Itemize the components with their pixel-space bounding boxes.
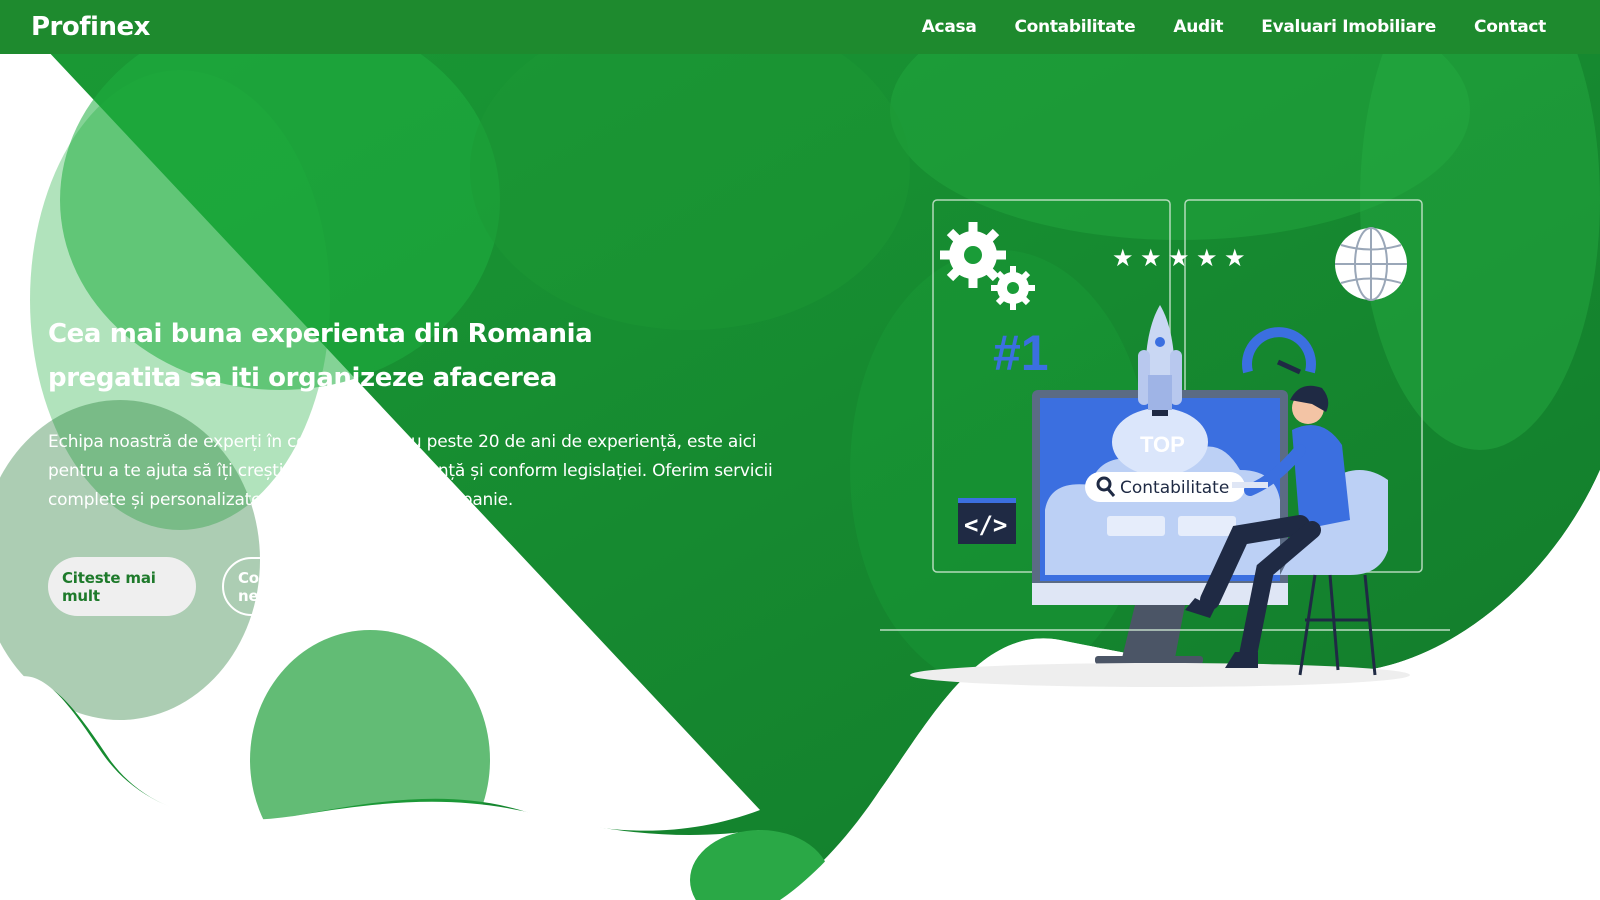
hero-illustration: #1 ★ ★ ★ ★ ★ </> TOP Contabilitate [880, 199, 1450, 687]
nav-links: Acasa Contabilitate Audit Evaluari Imobi… [922, 17, 1547, 37]
hero-description: Echipa noastră de experți în contabilita… [48, 432, 773, 510]
nav-link-contabilitate[interactable]: Contabilitate [1015, 17, 1136, 37]
rank-label: #1 [993, 325, 1049, 381]
code-icon: </> [958, 498, 1016, 544]
hero-section: Cea mai buna experienta din Romania preg… [48, 312, 808, 616]
star-icon: ★ [1196, 244, 1218, 272]
rating-stars: ★ ★ ★ ★ ★ [1112, 244, 1246, 272]
star-icon: ★ [1112, 244, 1134, 272]
hero-title-line2: pregatita sa iti organizeze afacerea [48, 363, 557, 393]
rocket-icon [1138, 305, 1182, 416]
nav-link-evaluari-imobiliare[interactable]: Evaluari Imobiliare [1261, 17, 1436, 37]
brand-logo[interactable]: Profinex [31, 12, 150, 42]
nav-link-acasa[interactable]: Acasa [922, 17, 977, 37]
navbar: Profinex Acasa Contabilitate Audit Evalu… [0, 0, 1600, 54]
gear-icon [940, 222, 1035, 310]
contact-us-button[interactable]: Contacteaza-ne [222, 557, 375, 616]
top-label: TOP [1140, 432, 1185, 457]
star-icon: ★ [1168, 244, 1190, 272]
hero-title: Cea mai buna experienta din Romania preg… [48, 312, 608, 400]
hero-buttons: Citeste mai mult Contacteaza-ne [48, 557, 808, 616]
nav-link-contact[interactable]: Contact [1474, 17, 1546, 37]
svg-text:</>: </> [964, 511, 1007, 539]
hero-title-line1: Cea mai buna experienta din Romania [48, 319, 593, 349]
nav-link-audit[interactable]: Audit [1173, 17, 1223, 37]
gauge-icon [1242, 327, 1316, 375]
page: Profinex Acasa Contabilitate Audit Evalu… [0, 0, 1600, 900]
globe-icon [1335, 227, 1407, 301]
star-icon: ★ [1224, 244, 1246, 272]
star-icon: ★ [1140, 244, 1162, 272]
search-label: Contabilitate [1120, 478, 1229, 498]
read-more-button[interactable]: Citeste mai mult [48, 557, 196, 616]
